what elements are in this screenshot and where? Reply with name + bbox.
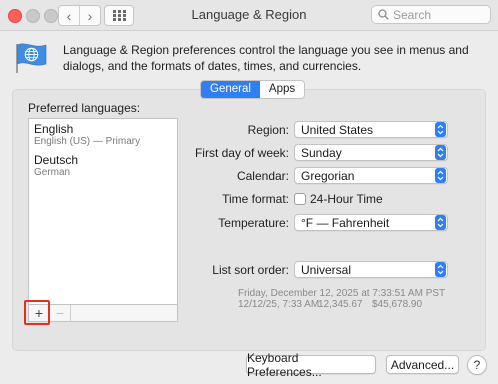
keyboard-preferences-button[interactable]: Keyboard Preferences...: [246, 351, 376, 379]
temperature-popup[interactable]: °F — Fahrenheit: [294, 214, 448, 231]
sample-short-date: 12/12/25, 7:33 AM: [238, 299, 320, 310]
minus-icon: −: [55, 305, 65, 321]
search-input[interactable]: [393, 7, 483, 22]
preferred-languages-list[interactable]: English English (US) — Primary Deutsch G…: [28, 118, 178, 304]
sample-currency: $45,678.90: [372, 299, 423, 310]
updown-chevron-icon: [435, 122, 446, 137]
language-name: English: [34, 122, 74, 136]
help-button[interactable]: ?: [467, 355, 487, 375]
pane-description: Language & Region preferences control th…: [63, 43, 469, 73]
24-hour-label[interactable]: 24-Hour Time: [310, 192, 383, 206]
sample-number: 12,345.67: [318, 299, 363, 310]
sort-order-popup[interactable]: Universal: [294, 261, 448, 278]
language-name: Deutsch: [34, 153, 79, 167]
advanced-button[interactable]: Advanced...: [386, 355, 459, 374]
language-detail: English (US) — Primary: [34, 136, 141, 147]
region-popup[interactable]: United States: [294, 121, 448, 138]
language-detail: German: [34, 167, 71, 178]
remove-language-button[interactable]: −: [50, 305, 71, 321]
updown-chevron-icon: [435, 262, 446, 277]
calendar-label: Calendar:: [236, 169, 289, 183]
title-bar: ‹ › Language & Region: [0, 0, 498, 31]
updown-chevron-icon: [435, 168, 446, 183]
preferred-languages-label: Preferred languages:: [28, 101, 141, 115]
24-hour-checkbox[interactable]: [294, 193, 306, 205]
updown-chevron-icon: [435, 145, 446, 160]
first-day-value: Sunday: [301, 145, 342, 160]
search-icon: [378, 9, 389, 20]
language-item-deutsch[interactable]: Deutsch German: [29, 150, 177, 181]
sort-order-value: Universal: [301, 262, 352, 277]
sample-long-date: Friday, December 12, 2025 at 7:33:51 AM …: [238, 288, 446, 299]
first-day-popup[interactable]: Sunday: [294, 144, 448, 161]
time-format-label: Time format:: [222, 192, 289, 206]
region-value: United States: [301, 122, 374, 137]
updown-chevron-icon: [435, 215, 446, 230]
tab-general[interactable]: General: [201, 81, 260, 98]
temperature-label: Temperature:: [218, 216, 289, 230]
search-field[interactable]: [371, 5, 491, 24]
language-item-english[interactable]: English English (US) — Primary: [29, 119, 177, 150]
region-label: Region:: [247, 123, 289, 137]
tab-apps[interactable]: Apps: [260, 81, 304, 98]
sort-order-label: List sort order:: [212, 263, 289, 277]
temperature-value: °F — Fahrenheit: [301, 215, 390, 230]
calendar-popup[interactable]: Gregorian: [294, 167, 448, 184]
first-day-label: First day of week:: [194, 146, 289, 160]
preferences-window: ‹ › Language & Region Search Language & …: [0, 0, 498, 384]
calendar-value: Gregorian: [301, 168, 355, 183]
tab-switcher: General Apps: [200, 80, 306, 99]
add-button-highlight: [24, 300, 50, 325]
language-list-toolbar: + −: [28, 304, 178, 322]
globe-flag-icon: [14, 40, 48, 77]
